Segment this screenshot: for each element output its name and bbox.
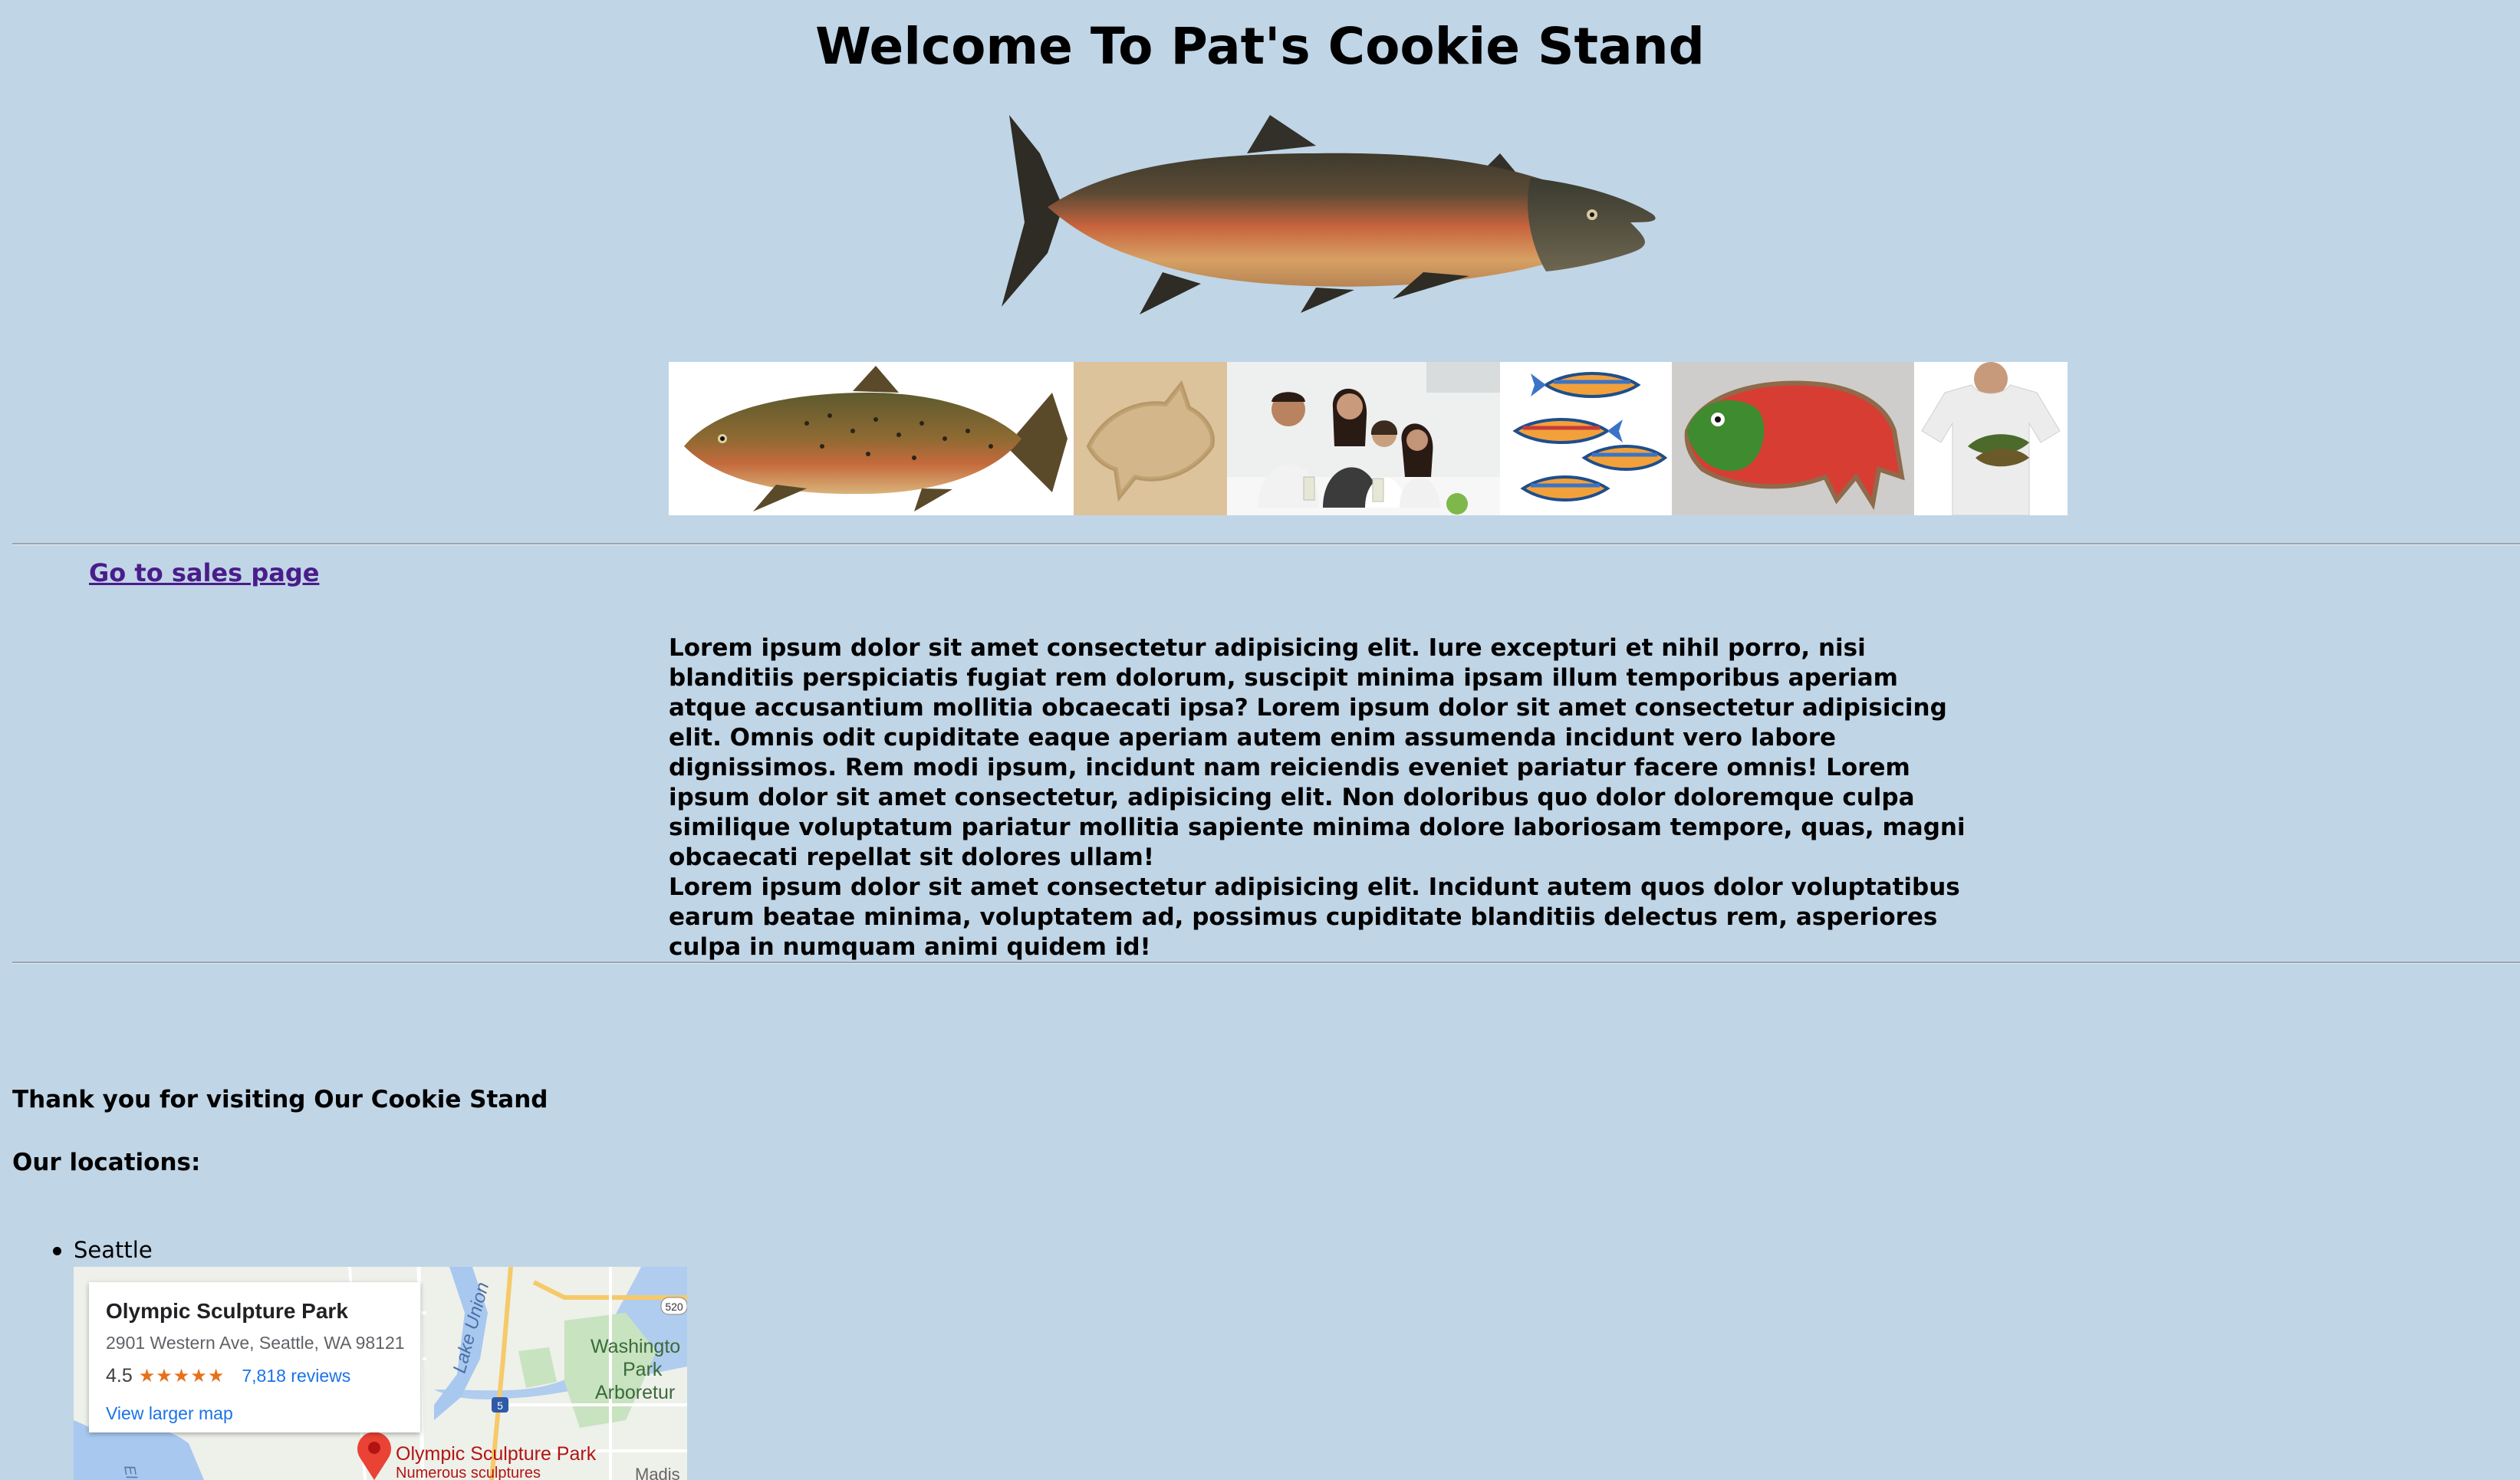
main-content: Lorem ipsum dolor sit amet consectetur a… [669, 633, 1980, 962]
map-rating-row: 4.5 ★★★★★ 7,818 reviews [106, 1365, 350, 1387]
map-label-madison: Madis [635, 1465, 680, 1480]
map-pin-title: Olympic Sculpture Park [396, 1443, 597, 1465]
view-larger-map-link[interactable]: View larger map [106, 1403, 233, 1424]
map-label-arboretum-2: Park [623, 1359, 663, 1380]
star-rating-icon: ★★★★★ [138, 1366, 225, 1386]
location-item-seattle: Seattle [12, 1235, 153, 1265]
gallery-trout-image [669, 362, 1074, 515]
divider-top [12, 543, 2520, 545]
thank-you-heading: Thank you for visiting Our Cookie Stand [12, 1086, 548, 1113]
list-bullet [53, 1247, 61, 1255]
divider-bottom [12, 962, 2520, 964]
gallery-salmon-cookie-image [1672, 362, 1914, 515]
page-title: Welcome To Pat's Cookie Stand [815, 17, 1705, 76]
hero-salmon-image [1002, 115, 1656, 314]
map-rating-value: 4.5 [106, 1365, 133, 1386]
map-place-name: Olympic Sculpture Park [106, 1299, 348, 1323]
map-place-address: 2901 Western Ave, Seattle, WA 98121 [106, 1333, 405, 1353]
highway-5-label: 5 [497, 1399, 503, 1412]
gallery-cookie-cutter-image [1074, 362, 1227, 515]
locations-list: Seattle [12, 1235, 153, 1265]
content-paragraph-2: Lorem ipsum dolor sit amet consectetur a… [669, 873, 1960, 961]
location-name: Seattle [74, 1237, 153, 1263]
highway-520-label: 520 [665, 1301, 683, 1313]
map-info-card: Olympic Sculpture Park 2901 Western Ave,… [89, 1282, 420, 1432]
gallery-family-photo [1227, 362, 1500, 515]
gallery-fish-cookies-image [1500, 362, 1672, 515]
location-map[interactable]: 5 520 Lake Union Washingto Park Arboretu… [74, 1267, 687, 1480]
map-reviews-link[interactable]: 7,818 reviews [242, 1366, 350, 1386]
locations-heading: Our locations: [12, 1149, 201, 1176]
sales-page-link[interactable]: Go to sales page [89, 558, 319, 587]
content-paragraph-1: Lorem ipsum dolor sit amet consectetur a… [669, 634, 1966, 871]
map-label-arboretum-1: Washingto [591, 1336, 680, 1357]
map-label-arboretum-3: Arboretur [595, 1382, 675, 1403]
image-gallery [669, 362, 2068, 515]
map-pin-subtitle: Numerous sculptures [396, 1465, 541, 1480]
gallery-tshirt-image [1914, 362, 2068, 515]
